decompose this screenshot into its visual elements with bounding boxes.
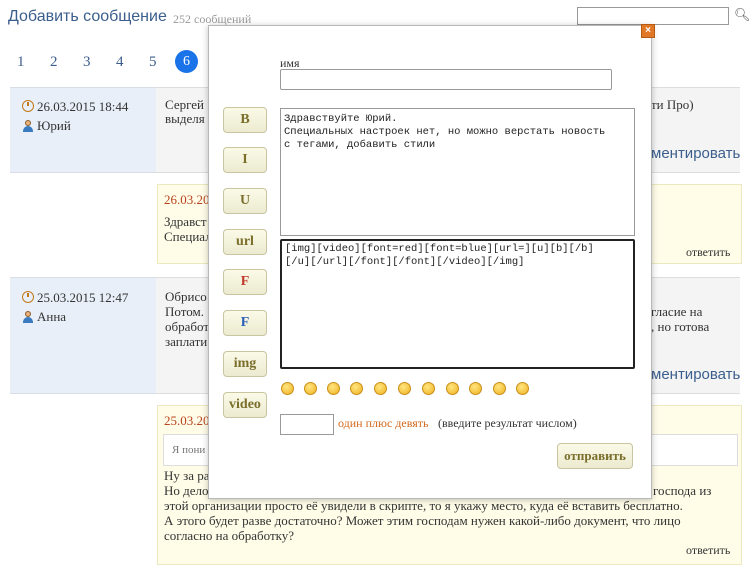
captcha-hint: (введите результат числом) [438,416,577,430]
search-input[interactable] [577,7,729,25]
clock-icon [22,291,34,303]
user-icon [22,120,34,132]
message-textarea[interactable]: Здравствуйте Юрий. Специальных настроек … [280,108,635,236]
quote-text: Я пони [172,444,206,456]
message-text: Потом. [165,304,204,319]
bold-button[interactable]: B [223,107,267,133]
reply-date: 25.03.20 [164,413,210,428]
message-author: Анна [22,309,66,325]
message-text: обработ [165,319,210,334]
reply-date: 26.03.20 [164,192,210,207]
message-date: 25.03.2015 12:47 [22,290,128,306]
img-button[interactable]: img [223,351,267,377]
smiley-angry-icon[interactable] [374,382,387,395]
reply-text: этой организации просто её увидели в скр… [164,498,683,513]
page-link-1[interactable]: 1 [17,54,25,71]
message-text: , но готова [651,319,710,334]
page-link-3[interactable]: 3 [83,54,91,71]
reply-link[interactable]: ответить [686,543,730,558]
smiley-surprised-icon[interactable] [516,382,529,395]
page-link-current[interactable]: 6 [175,50,198,73]
search-icon[interactable]: 🔍︎ [734,7,750,23]
smiley-cry-icon[interactable] [446,382,459,395]
user-icon [22,311,34,323]
message-date: 26.03.2015 18:44 [22,99,128,115]
smiley-sad-icon[interactable] [327,382,340,395]
reply-link[interactable]: ответить [686,245,730,260]
font-red-button[interactable]: F [223,269,267,295]
reply-text: Специал [164,229,212,244]
reply-text: Здравст [164,214,207,229]
page-link-2[interactable]: 2 [50,54,58,71]
reply-text: А этого будет разве достаточно? Может эт… [164,513,681,528]
page-link-4[interactable]: 4 [116,54,124,71]
message-text: ти Про) [651,97,694,112]
reply-text: Ну за ра [164,468,210,483]
captcha-input[interactable] [280,414,334,435]
smiley-ok-icon[interactable] [493,382,506,395]
comment-link[interactable]: ментировать [651,366,740,383]
smiley-wink-icon[interactable] [469,382,482,395]
smiley-icon[interactable] [281,382,294,395]
message-text: заплати [165,334,208,349]
font-blue-button[interactable]: F [223,310,267,336]
message-text: гласие на [651,304,703,319]
italic-button[interactable]: I [223,147,267,173]
close-icon[interactable]: × [641,24,655,38]
page-link-5[interactable]: 5 [149,54,157,71]
smiley-confused-icon[interactable] [350,382,363,395]
tags-textarea[interactable]: [img][video][font=red][font=blue][url=][… [280,239,635,369]
page-title: Добавить сообщение [8,8,167,25]
message-text: выделя [165,111,205,126]
send-button[interactable]: отправить [557,443,633,469]
underline-button[interactable]: U [223,188,267,214]
reply-text: господа из [653,483,712,498]
clock-icon [22,100,34,112]
url-button[interactable]: url [223,229,267,255]
captcha-question: один плюс девять [338,416,429,430]
reply-text: Но дело [164,483,209,498]
comment-link[interactable]: ментировать [651,145,740,162]
video-button[interactable]: video [223,392,267,418]
name-input[interactable] [280,69,612,90]
smiley-cool-icon[interactable] [304,382,317,395]
reply-text: согласно на обработку? [164,528,295,543]
smiley-grin-icon[interactable] [398,382,411,395]
message-author: Юрий [22,118,71,134]
smiley-laugh-icon[interactable] [422,382,435,395]
message-text: Обрисо [165,289,207,304]
